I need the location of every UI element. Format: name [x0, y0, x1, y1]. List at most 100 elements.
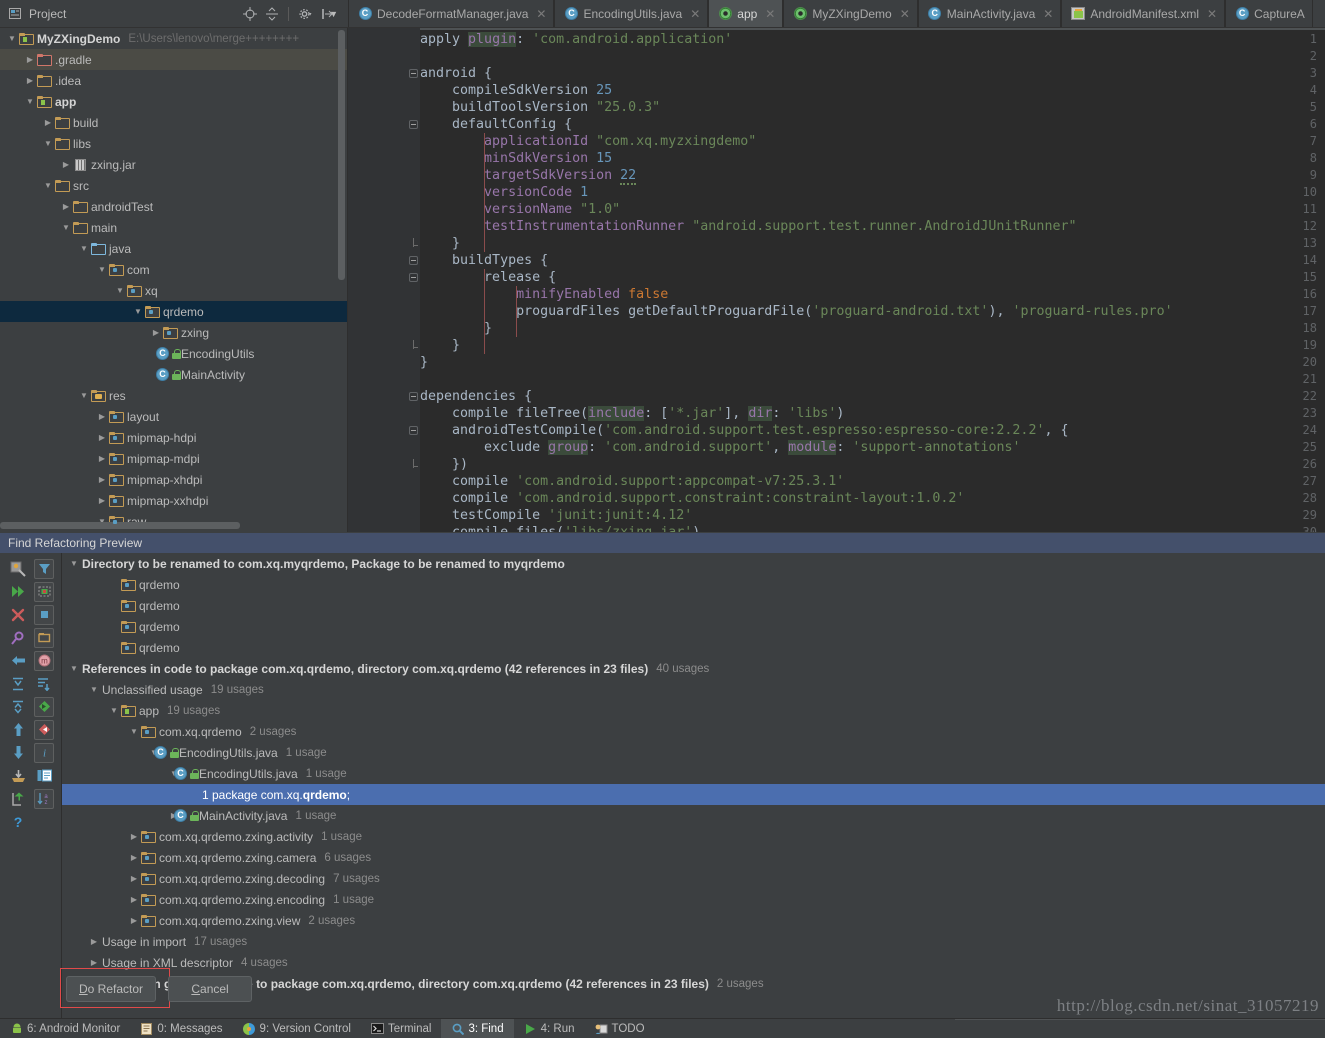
tree-node-qrdemo[interactable]: ▼ qrdemo	[0, 301, 347, 322]
run-next-icon[interactable]	[8, 582, 28, 602]
code-line[interactable]: applicationId "com.xq.myzxingdemo"	[420, 133, 756, 150]
tree-node-java[interactable]: ▼ java	[0, 238, 347, 259]
code-line[interactable]: release {	[420, 269, 556, 286]
code-line[interactable]: buildToolsVersion "25.0.3"	[420, 99, 660, 116]
sort-alphabetically-icon[interactable]: az	[34, 788, 54, 809]
tree-node-encodingutils[interactable]: C EncodingUtils	[0, 343, 347, 364]
code-fold-toggle-icon[interactable]	[409, 256, 418, 265]
collapse-arrow-icon[interactable]: ▼	[68, 664, 80, 673]
collapse-arrow-icon[interactable]: ▼	[68, 559, 80, 568]
code-line[interactable]: versionName "1.0"	[420, 201, 620, 218]
usage-row[interactable]: ▶ com.xq.qrdemo.zxing.view 2 usages	[62, 910, 1325, 931]
expand-arrow-icon[interactable]: ▶	[96, 496, 108, 505]
expand-arrow-icon[interactable]: ▶	[96, 454, 108, 463]
code-line[interactable]: exclude group: 'com.android.support', mo…	[420, 439, 1020, 456]
tree-vertical-scrollbar[interactable]	[338, 30, 345, 280]
export-to-file-icon[interactable]	[8, 766, 28, 786]
usage-row[interactable]: qrdemo	[62, 637, 1325, 658]
show-read-write-icon[interactable]	[34, 766, 54, 786]
sort-members-icon[interactable]	[34, 674, 54, 694]
usage-row[interactable]: ▼ com.xq.qrdemo 2 usages	[62, 721, 1325, 742]
code-line[interactable]: dependencies {	[420, 388, 532, 405]
expand-arrow-icon[interactable]: ▶	[96, 412, 108, 421]
collapse-arrow-icon[interactable]: ▼	[6, 34, 18, 43]
cancel-button[interactable]: Cancel	[168, 976, 253, 1002]
usage-row[interactable]: ▼CEncodingUtils.java1 usage	[62, 763, 1325, 784]
expand-arrow-icon[interactable]: ▶	[128, 832, 140, 841]
code-line[interactable]: androidTestCompile('com.android.support.…	[420, 422, 1068, 439]
tree-node-res[interactable]: ▼ res	[0, 385, 347, 406]
filter-icon[interactable]	[34, 558, 54, 579]
tree-node-libs[interactable]: ▼ libs	[0, 133, 347, 154]
statusbar-item-0-messages[interactable]: 0: Messages	[130, 1019, 232, 1038]
code-fold-toggle-icon[interactable]	[409, 120, 418, 129]
usage-row[interactable]: ▶ com.xq.qrdemo.zxing.encoding 1 usage	[62, 889, 1325, 910]
code-line[interactable]: compileSdkVersion 25	[420, 82, 612, 99]
collapse-arrow-icon[interactable]: ▼	[96, 265, 108, 274]
code-fold-end-icon[interactable]	[409, 238, 418, 247]
code-line[interactable]: versionCode 1	[420, 184, 588, 201]
code-line[interactable]: minifyEnabled false	[420, 286, 668, 303]
collapse-all-icon[interactable]	[8, 697, 28, 717]
close-tab-icon[interactable]: ✕	[765, 7, 775, 21]
expand-arrow-icon[interactable]: ▶	[42, 118, 54, 127]
expand-arrow-icon[interactable]: ▶	[24, 76, 36, 85]
expand-arrow-icon[interactable]: ▶	[128, 874, 140, 883]
code-fold-toggle-icon[interactable]	[409, 426, 418, 435]
editor-gutter[interactable]	[348, 28, 406, 532]
collapse-arrow-icon[interactable]: ▼	[78, 391, 90, 400]
group-by-directory-icon[interactable]	[34, 627, 54, 648]
stop-icon[interactable]	[34, 604, 54, 625]
info-icon[interactable]: i	[34, 742, 54, 763]
refactoring-usages-tree[interactable]: ▼ Directory to be renamed to com.xq.myqrd…	[62, 553, 1325, 1018]
expand-arrow-icon[interactable]: ▶	[128, 895, 140, 904]
statusbar-item-9-version-control[interactable]: 9: Version Control	[233, 1019, 361, 1038]
usage-row[interactable]: ▼ Unclassified usage 19 usages	[62, 679, 1325, 700]
editor-tab-capturea[interactable]: C CaptureA	[1225, 0, 1313, 27]
editor-tab-decodeformatmanager-java[interactable]: C DecodeFormatManager.java ✕	[348, 0, 555, 27]
code-line[interactable]: compile fileTree(include: ['*.jar'], dir…	[420, 405, 844, 422]
open-in-new-tab-icon[interactable]	[8, 789, 28, 809]
close-tab-icon[interactable]: ✕	[536, 7, 546, 21]
tree-node-mipmap-xxhdpi[interactable]: ▶ mipmap-xxhdpi	[0, 490, 347, 511]
project-tree[interactable]: ▼ MyZXingDemo E:\Users\lenovo\merge+++++++…	[0, 28, 348, 532]
tree-node-gradle[interactable]: ▶ .gradle	[0, 49, 347, 70]
tree-node-mipmap-mdpi[interactable]: ▶ mipmap-mdpi	[0, 448, 347, 469]
usage-row[interactable]: ▶ com.xq.qrdemo.zxing.activity 1 usage	[62, 826, 1325, 847]
code-line[interactable]: defaultConfig {	[420, 116, 572, 133]
collapse-all-icon[interactable]	[262, 4, 282, 24]
help-icon[interactable]: ?	[8, 812, 28, 832]
code-fold-end-icon[interactable]	[409, 340, 418, 349]
close-tab-icon[interactable]: ✕	[690, 7, 700, 21]
settings-gear-icon[interactable]	[295, 4, 315, 24]
code-line[interactable]: }	[420, 337, 460, 354]
down-arrow-icon[interactable]	[8, 743, 28, 763]
tree-node-zxing-jar[interactable]: ▶ zxing.jar	[0, 154, 347, 175]
editor-tab-myzxingdemo[interactable]: MyZXingDemo ✕	[783, 0, 918, 27]
usage-row[interactable]: ▶ Usage in import 17 usages	[62, 931, 1325, 952]
usage-row[interactable]: qrdemo	[62, 595, 1325, 616]
code-line[interactable]: minSdkVersion 15	[420, 150, 612, 167]
code-line[interactable]: proguardFiles getDefaultProguardFile('pr…	[420, 303, 1173, 320]
code-fold-toggle-icon[interactable]	[409, 69, 418, 78]
statusbar-item-6-android-monitor[interactable]: 6: Android Monitor	[0, 1019, 130, 1038]
statusbar-item-todo[interactable]: TODO	[585, 1019, 655, 1038]
expand-arrow-icon[interactable]: ▶	[96, 433, 108, 442]
editor-tab-encodingutils-java[interactable]: C EncodingUtils.java ✕	[554, 0, 709, 27]
rerun-refactoring-icon[interactable]	[8, 559, 28, 579]
expand-arrow-icon[interactable]: ▶	[150, 328, 162, 337]
locate-icon[interactable]	[240, 4, 260, 24]
collapse-arrow-icon[interactable]: ▼	[108, 706, 120, 715]
preview-usages-icon[interactable]	[34, 581, 54, 602]
collapse-arrow-icon[interactable]: ▼	[60, 223, 72, 232]
close-tab-icon[interactable]: ✕	[900, 7, 910, 21]
usage-row[interactable]: ▶ com.xq.qrdemo.zxing.camera 6 usages	[62, 847, 1325, 868]
code-editor[interactable]: 1 2 3 4 5 6 7 8 9 10 11 12 13 14 15 16 17 18 19 20 21 22 23 24 2…	[348, 28, 1325, 532]
close-icon[interactable]	[8, 605, 28, 625]
usage-row[interactable]: ▶CMainActivity.java1 usage	[62, 805, 1325, 826]
editor-fold-column[interactable]	[406, 28, 420, 532]
code-line[interactable]: })	[420, 456, 468, 473]
code-line[interactable]: compile 'com.android.support.constraint:…	[420, 490, 964, 507]
code-line[interactable]: }	[420, 320, 492, 337]
usage-row[interactable]: qrdemo	[62, 574, 1325, 595]
